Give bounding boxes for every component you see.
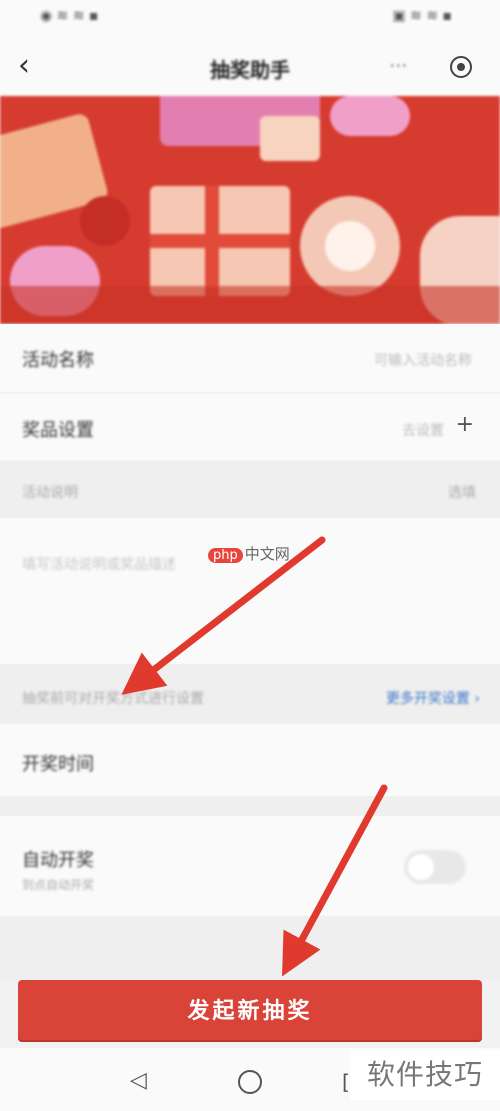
nav-recent-icon[interactable]: [	[342, 1070, 350, 1094]
settings-hint-text: 抽奖前可对开奖方式进行设置	[22, 691, 204, 707]
auto-open-toggle[interactable]	[404, 850, 466, 884]
row-activity-name[interactable]: 活动名称 可输入活动名称	[0, 324, 500, 392]
status-right: ▣ ≋ ≋ ▪	[392, 8, 452, 24]
divider	[0, 796, 500, 816]
watermark-php-logo: php	[208, 548, 243, 563]
row-label: 自动开奖	[22, 850, 94, 871]
top-header: ‹ 抽奖助手 ···	[0, 36, 500, 98]
row-prize-setting[interactable]: 奖品设置 去设置 +	[0, 394, 500, 460]
row-open-method[interactable]: 开奖时间	[0, 724, 500, 796]
more-menu-icon[interactable]: ···	[390, 56, 408, 75]
watermark-center-text: 中文网	[244, 545, 290, 563]
description-label: 活动说明	[22, 485, 78, 501]
row-value: 去设置	[402, 423, 444, 439]
watermark-corner: 软件技巧	[350, 1050, 500, 1100]
status-bar: ◉ ≋ ≋ ▪ ▣ ≋ ≋ ▪	[0, 0, 500, 36]
plus-icon[interactable]: +	[456, 412, 474, 437]
status-left: ◉ ≋ ≋ ▪	[40, 8, 99, 24]
row-auto-open: 自动开奖 到点自动开奖	[0, 816, 500, 916]
description-textarea[interactable]: 填写活动说明或奖品描述	[0, 518, 500, 664]
watermark-center: php 中文网	[208, 543, 290, 564]
start-new-lottery-button[interactable]: 发起新抽奖	[18, 980, 482, 1042]
description-placeholder: 填写活动说明或奖品描述	[22, 557, 176, 573]
row-label: 奖品设置	[22, 420, 94, 441]
activity-name-input[interactable]: 可输入活动名称	[374, 350, 472, 370]
settings-hint: 抽奖前可对开奖方式进行设置 更多开奖设置 ›	[0, 664, 500, 724]
row-label: 活动名称	[22, 350, 94, 371]
more-settings-link[interactable]: 更多开奖设置 ›	[386, 688, 480, 708]
page-title: 抽奖助手	[210, 58, 290, 82]
row-sub-label: 到点自动开奖	[22, 878, 95, 892]
nav-back-icon[interactable]: ◁	[130, 1068, 147, 1093]
description-optional: 选填	[448, 485, 476, 501]
nav-home-icon[interactable]	[238, 1070, 262, 1094]
promo-banner	[0, 96, 500, 324]
close-mini-program-icon[interactable]	[450, 56, 472, 78]
row-label: 开奖时间	[22, 754, 94, 775]
bottom-gap	[0, 916, 500, 980]
description-header: 活动说明 选填	[0, 462, 500, 518]
